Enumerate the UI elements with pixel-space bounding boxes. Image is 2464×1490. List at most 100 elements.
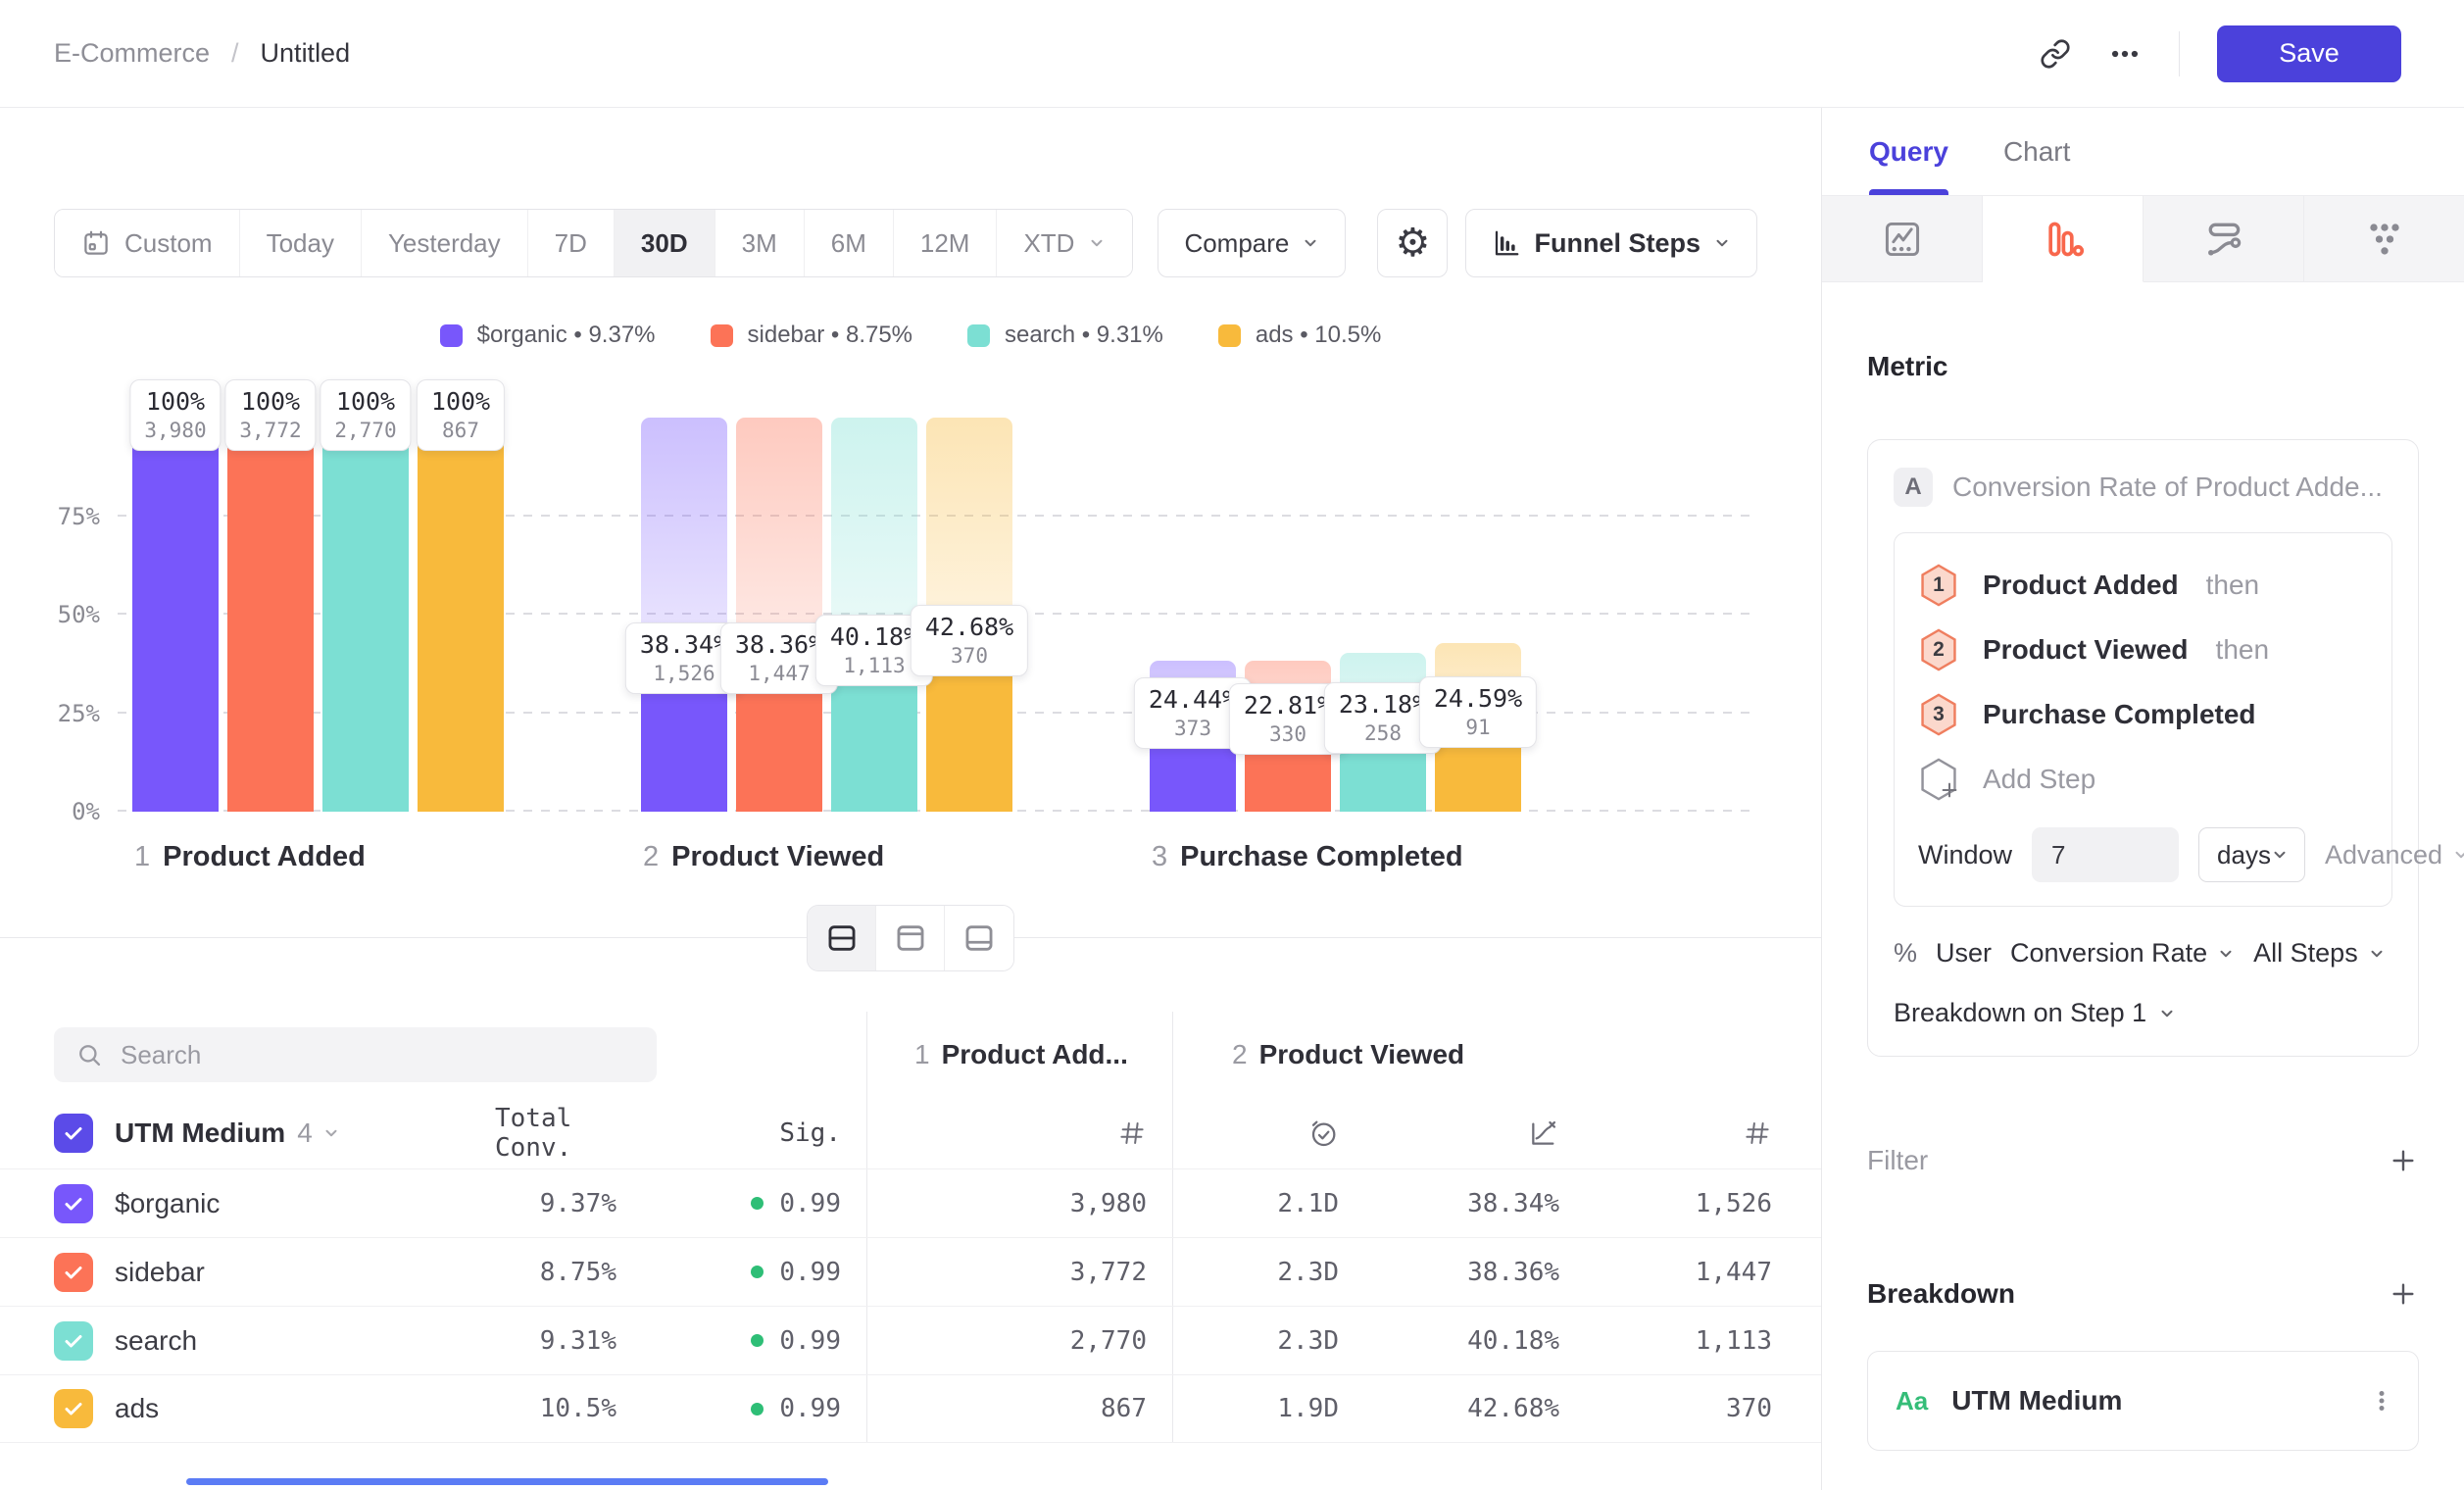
- more-options-button[interactable]: [2108, 37, 2142, 71]
- tab-query[interactable]: Query: [1869, 108, 1948, 195]
- date-range-6m[interactable]: 6M: [805, 210, 894, 276]
- bar-count: 91: [1434, 716, 1522, 739]
- chart-settings-button[interactable]: ⚙: [1377, 209, 1448, 277]
- legend-item-sidebar[interactable]: sidebar • 8.75%: [711, 322, 913, 349]
- bar-value-label: 100%867: [417, 379, 505, 451]
- bar-ads-step3[interactable]: 24.59%91: [1435, 418, 1521, 812]
- horizontal-scrollbar[interactable]: [186, 1478, 828, 1485]
- measure-metric-dropdown[interactable]: Conversion Rate: [2010, 938, 2235, 968]
- solid-bar: [418, 418, 504, 812]
- date-range-30d[interactable]: 30D: [615, 210, 715, 276]
- date-range-12m[interactable]: 12M: [894, 210, 998, 276]
- then-label: then: [2216, 634, 2270, 666]
- bar-search-step2[interactable]: 40.18%1,113: [831, 418, 917, 812]
- view-toggle-panel-top[interactable]: [876, 906, 945, 970]
- date-range-3m[interactable]: 3M: [715, 210, 805, 276]
- chart-type-tab-line-chart[interactable]: [1822, 196, 1983, 282]
- bar-sidebar-step2[interactable]: 38.36%1,447: [736, 418, 822, 812]
- date-range-custom[interactable]: Custom: [55, 210, 240, 276]
- step1-count-cell-value: 3,980: [1070, 1189, 1147, 1218]
- metric-step-2[interactable]: 2Product Viewedthen: [1918, 618, 2368, 682]
- flow-icon: [2202, 218, 2245, 261]
- metric-step-1[interactable]: 1Product Addedthen: [1918, 553, 2368, 618]
- column-sig[interactable]: Sig.: [779, 1118, 841, 1148]
- bar-search-step3[interactable]: 23.18%258: [1340, 418, 1426, 812]
- date-range-yesterday[interactable]: Yesterday: [362, 210, 528, 276]
- step2-count-cell-value: 1,526: [1696, 1189, 1772, 1218]
- row-checkbox[interactable]: [54, 1389, 93, 1428]
- bar-count: 258: [1339, 721, 1427, 745]
- measured-as-row: % User Conversion Rate All Steps: [1894, 938, 2392, 968]
- add-filter-button[interactable]: [2388, 1145, 2419, 1176]
- window-unit-select[interactable]: days: [2198, 827, 2305, 882]
- bar-search-step1[interactable]: 100%2,770: [322, 418, 409, 812]
- search-input[interactable]: [121, 1040, 635, 1070]
- hash-icon[interactable]: [1743, 1118, 1772, 1148]
- legend-item-organic[interactable]: $organic • 9.37%: [440, 322, 656, 349]
- breadcrumb-current[interactable]: Untitled: [261, 38, 351, 69]
- sig-dot: [751, 1266, 764, 1278]
- bar-organic-step1[interactable]: 100%3,980: [132, 418, 219, 812]
- date-range-today[interactable]: Today: [240, 210, 362, 276]
- step2-count-cell-value: 1,113: [1696, 1326, 1772, 1356]
- sidebar-tabs: Query Chart: [1822, 108, 2464, 196]
- column-total-conv[interactable]: Total Conv.: [495, 1104, 616, 1163]
- breakdown-item[interactable]: Aa UTM Medium: [1867, 1351, 2419, 1451]
- ellipsis-icon: [2108, 37, 2142, 71]
- bar-sidebar-step1[interactable]: 100%3,772: [227, 418, 314, 812]
- step-number: 3: [1152, 841, 1167, 872]
- breakdown-on-step-dropdown[interactable]: Breakdown on Step 1: [1894, 998, 2176, 1028]
- share-link-button[interactable]: [2040, 38, 2071, 70]
- bar-sidebar-step3[interactable]: 22.81%330: [1245, 418, 1331, 812]
- bar-ads-step1[interactable]: 100%867: [418, 418, 504, 812]
- advanced-button[interactable]: Advanced: [2325, 840, 2464, 870]
- select-all-checkbox[interactable]: [54, 1114, 93, 1153]
- legend-swatch: [1218, 324, 1241, 347]
- chart-type-tab-funnel-bars[interactable]: [1983, 196, 2144, 282]
- legend-item-ads[interactable]: ads • 10.5%: [1218, 322, 1381, 349]
- step-number: 1: [134, 841, 150, 872]
- save-button[interactable]: Save: [2217, 25, 2401, 82]
- breadcrumb-parent[interactable]: E-Commerce: [54, 38, 210, 69]
- bar-ads-step2[interactable]: 42.68%370: [926, 418, 1012, 812]
- measure-scope-dropdown[interactable]: All Steps: [2253, 938, 2386, 968]
- date-range-label: XTD: [1023, 228, 1074, 259]
- chart-type-button[interactable]: Funnel Steps: [1465, 209, 1757, 277]
- row-checkbox[interactable]: [54, 1184, 93, 1223]
- breakdown-item-menu-button[interactable]: [2367, 1386, 2396, 1416]
- view-toggle-split-rows[interactable]: [808, 906, 876, 970]
- date-range-label: 6M: [831, 228, 866, 259]
- total-conv-cell: 8.75%: [495, 1238, 642, 1306]
- date-range-xtd[interactable]: XTD: [997, 210, 1132, 276]
- add-step-row[interactable]: Add Step: [1918, 747, 2368, 812]
- metric-step-3[interactable]: 3Purchase Completed: [1918, 682, 2368, 747]
- hash-icon[interactable]: [1117, 1118, 1147, 1148]
- y-tick-label: 0%: [72, 798, 100, 825]
- conv-rate-icon[interactable]: [1528, 1118, 1559, 1149]
- view-toggle-panel-bottom[interactable]: [945, 906, 1013, 970]
- compare-button[interactable]: Compare: [1158, 209, 1346, 277]
- add-breakdown-button[interactable]: [2388, 1278, 2419, 1310]
- row-checkbox[interactable]: [54, 1253, 93, 1292]
- measure-entity[interactable]: User: [1936, 938, 1992, 968]
- bar-organic-step2[interactable]: 38.34%1,526: [641, 418, 727, 812]
- bar-count: 330: [1244, 722, 1332, 746]
- funnel-step-group-2: 38.34%1,52638.36%1,44740.18%1,11342.68%3…: [641, 418, 1012, 812]
- search-box[interactable]: [54, 1027, 657, 1082]
- chart-type-tab-flow[interactable]: [2144, 196, 2304, 282]
- sig-dot: [751, 1197, 764, 1210]
- metric-card: A Conversion Rate of Product Adde... 1Pr…: [1867, 439, 2419, 1057]
- date-range-7d[interactable]: 7D: [528, 210, 615, 276]
- metric-title-row[interactable]: A Conversion Rate of Product Adde...: [1894, 468, 2392, 507]
- solid-bar: [227, 418, 314, 812]
- window-value-input[interactable]: [2032, 827, 2179, 882]
- legend-item-search[interactable]: search • 9.31%: [967, 322, 1163, 349]
- tab-chart[interactable]: Chart: [2003, 108, 2070, 195]
- row-label-cell: ads: [54, 1375, 495, 1442]
- group-by-label[interactable]: UTM Medium 4: [115, 1118, 340, 1149]
- chart-type-tab-dots-grid[interactable]: [2304, 196, 2464, 282]
- bar-organic-step3[interactable]: 24.44%373: [1150, 418, 1236, 812]
- avg-time-icon[interactable]: [1307, 1118, 1339, 1149]
- chart-type-label: Funnel Steps: [1534, 228, 1700, 259]
- row-checkbox[interactable]: [54, 1321, 93, 1361]
